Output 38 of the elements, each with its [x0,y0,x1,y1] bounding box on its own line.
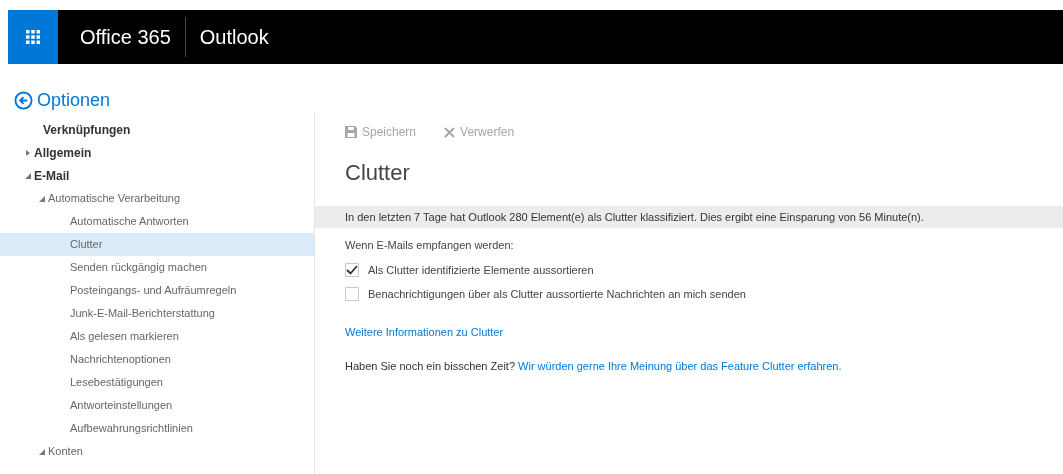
intro-text: Wenn E-Mails empfangen werden: [344,238,515,253]
checkbox-label: Als Clutter identifizierte Elemente aussortieren [368,262,594,278]
sidebar-item[interactable]: Konten [0,440,314,463]
sidebar-item[interactable]: Antworteinstellungen [0,394,314,417]
waffle-icon [26,30,40,44]
sidebar-item[interactable]: Als gelesen markieren [0,325,314,348]
save-icon [345,126,357,138]
sidebar-item[interactable]: Nachrichtenoptionen [0,348,314,371]
expanded-arrow-icon[interactable] [39,448,45,455]
sidebar-item[interactable]: Clutter [0,233,314,256]
info-link[interactable]: Weitere Informationen zu Clutter [345,325,504,338]
sidebar-item[interactable]: Automatische Antworten [0,210,314,233]
sidebar-item[interactable]: Verknüpfungen [0,118,314,141]
sidebar-item[interactable]: Aufbewahrungsrichtlinien [0,417,314,440]
sidebar-item[interactable]: Lesebestätigungen [0,371,314,394]
sidebar-item[interactable]: Junk-E-Mail-Berichterstattung [0,302,314,325]
feedback-prompt: Haben Sie noch ein bisschen Zeit? [345,359,515,372]
expanded-arrow-icon[interactable] [39,195,45,202]
sidebar-item[interactable]: Posteingangs- und Aufräumregeln [0,279,314,302]
info-bar: In den letzten 7 Tage hat Outlook 280 Element(e) als Clutter klassifiziert. Dies ergibt eine Einsparung von 56 Minute(n). [315,206,1063,228]
back-icon [14,90,33,110]
expanded-arrow-icon[interactable] [25,172,31,179]
checkbox[interactable] [345,262,359,277]
back-button[interactable] [14,90,33,110]
page-title: Clutter [344,159,411,187]
feedback-link[interactable]: Wir würden gerne Ihre Meinung über das Feature Clutter erfahren. [518,359,842,372]
collapsed-arrow-icon[interactable] [25,149,31,156]
sidebar-item[interactable]: E-Mail [0,164,314,187]
app-title[interactable]: Outlook [199,22,269,52]
checkbox-label: Benachrichtigungen über als Clutter aussortierte Nachrichten an mich senden [368,287,746,302]
sidebar-item[interactable]: Senden rückgängig machen [0,256,314,279]
sidebar-item[interactable]: Automatische Verarbeitung [0,187,314,210]
close-icon [444,126,456,138]
suite-title[interactable]: Office 365 [80,22,185,52]
sidebar-item[interactable]: Allgemein [0,141,314,164]
checkbox[interactable] [345,287,359,302]
options-title: Optionen [37,88,111,112]
app-launcher-button[interactable] [8,10,58,64]
